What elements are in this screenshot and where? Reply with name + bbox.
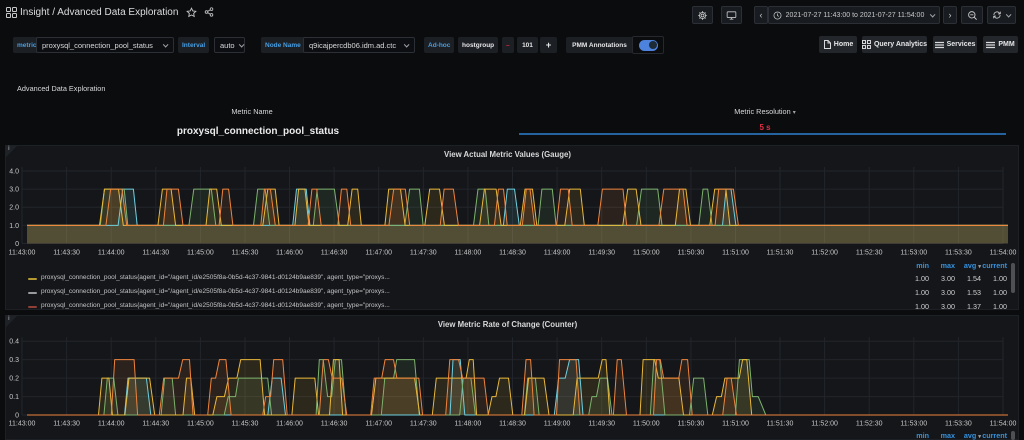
svg-text:11:47:30: 11:47:30 — [410, 250, 437, 257]
svg-text:11:44:30: 11:44:30 — [142, 250, 169, 257]
svg-text:11:53:00: 11:53:00 — [900, 421, 927, 428]
svg-text:11:49:00: 11:49:00 — [544, 250, 571, 257]
svg-text:11:44:00: 11:44:00 — [98, 250, 125, 257]
svg-text:11:43:30: 11:43:30 — [53, 250, 80, 257]
svg-text:11:54:00: 11:54:00 — [990, 250, 1017, 257]
svg-text:11:46:00: 11:46:00 — [276, 250, 303, 257]
svg-text:11:47:30: 11:47:30 — [410, 421, 437, 428]
svg-text:11:51:30: 11:51:30 — [767, 250, 794, 257]
svg-text:2.0: 2.0 — [9, 205, 19, 212]
svg-text:0: 0 — [15, 412, 19, 419]
svg-text:11:44:30: 11:44:30 — [142, 421, 169, 428]
svg-text:11:47:00: 11:47:00 — [365, 421, 392, 428]
svg-text:0: 0 — [15, 241, 19, 248]
svg-text:11:46:30: 11:46:30 — [321, 421, 348, 428]
svg-text:11:49:00: 11:49:00 — [544, 421, 571, 428]
svg-text:11:52:30: 11:52:30 — [856, 421, 883, 428]
svg-text:11:53:30: 11:53:30 — [945, 250, 972, 257]
svg-text:11:43:00: 11:43:00 — [9, 250, 36, 257]
svg-text:11:51:30: 11:51:30 — [767, 421, 794, 428]
svg-text:11:53:30: 11:53:30 — [945, 421, 972, 428]
svg-text:11:48:30: 11:48:30 — [499, 421, 526, 428]
svg-text:0.3: 0.3 — [9, 357, 19, 364]
svg-text:11:51:00: 11:51:00 — [722, 421, 749, 428]
svg-text:11:45:00: 11:45:00 — [187, 421, 214, 428]
svg-text:11:52:30: 11:52:30 — [856, 250, 883, 257]
svg-text:1.0: 1.0 — [9, 223, 19, 230]
svg-text:11:50:30: 11:50:30 — [678, 250, 705, 257]
svg-text:11:46:00: 11:46:00 — [276, 421, 303, 428]
svg-text:11:51:00: 11:51:00 — [722, 250, 749, 257]
svg-text:11:45:00: 11:45:00 — [187, 250, 214, 257]
svg-text:11:44:00: 11:44:00 — [98, 421, 125, 428]
svg-text:11:48:00: 11:48:00 — [455, 250, 482, 257]
svg-text:11:53:00: 11:53:00 — [900, 250, 927, 257]
svg-text:0.2: 0.2 — [9, 376, 19, 383]
svg-text:11:50:30: 11:50:30 — [678, 421, 705, 428]
svg-text:11:43:00: 11:43:00 — [9, 421, 36, 428]
svg-text:11:52:00: 11:52:00 — [811, 250, 838, 257]
svg-text:11:46:30: 11:46:30 — [321, 250, 348, 257]
svg-text:11:48:00: 11:48:00 — [455, 421, 482, 428]
svg-text:0.1: 0.1 — [9, 394, 19, 401]
svg-text:11:52:00: 11:52:00 — [811, 421, 838, 428]
svg-text:11:47:00: 11:47:00 — [365, 250, 392, 257]
svg-text:11:43:30: 11:43:30 — [53, 421, 80, 428]
svg-text:11:45:30: 11:45:30 — [232, 250, 259, 257]
svg-text:11:49:30: 11:49:30 — [588, 421, 615, 428]
svg-text:11:54:00: 11:54:00 — [990, 421, 1017, 428]
svg-text:11:48:30: 11:48:30 — [499, 250, 526, 257]
svg-text:11:50:00: 11:50:00 — [633, 421, 660, 428]
svg-text:11:50:00: 11:50:00 — [633, 250, 660, 257]
svg-text:3.0: 3.0 — [9, 187, 19, 194]
svg-text:0.4: 0.4 — [9, 339, 19, 346]
svg-text:11:49:30: 11:49:30 — [588, 250, 615, 257]
svg-text:4.0: 4.0 — [9, 168, 19, 175]
svg-text:11:45:30: 11:45:30 — [232, 421, 259, 428]
